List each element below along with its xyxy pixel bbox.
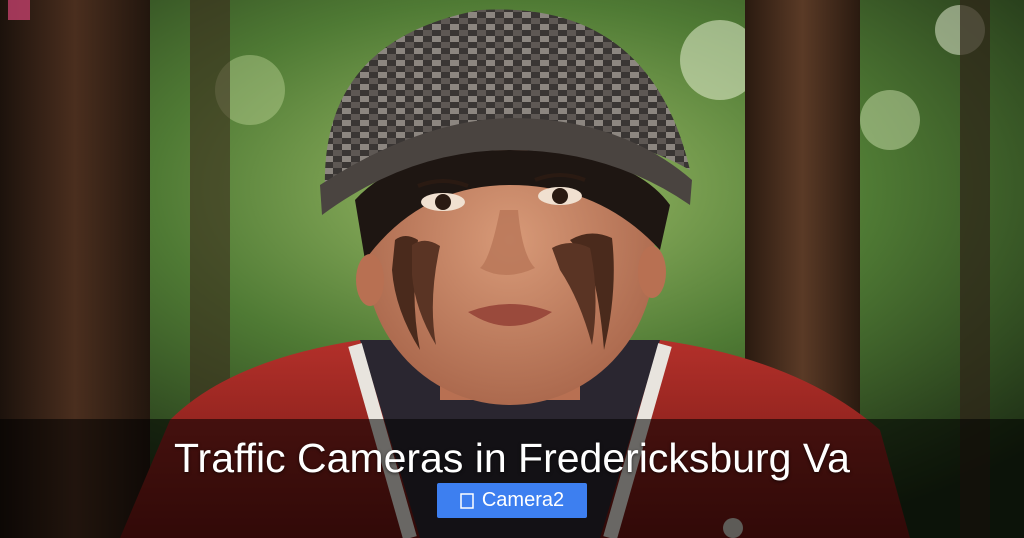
category-tag-button[interactable]: Camera2 xyxy=(437,483,587,518)
category-tag-label: Camera2 xyxy=(481,489,565,511)
page-title: Traffic Cameras in Fredericksburg Va xyxy=(174,435,850,481)
folder-icon xyxy=(460,492,474,510)
